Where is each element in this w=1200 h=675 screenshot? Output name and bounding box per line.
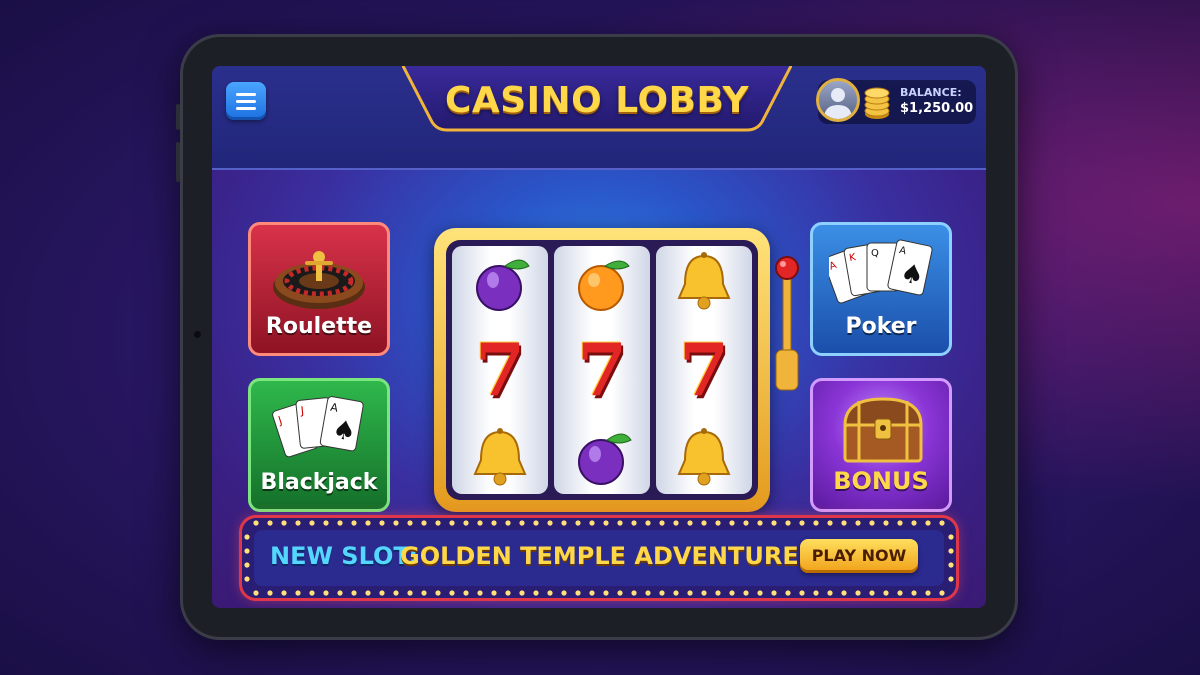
balance-value: $1,250.00 <box>900 101 974 116</box>
lobby-screen: CASINO LOBBY BALANCE: $1,250.00 Roulette… <box>212 66 986 608</box>
seven-symbol: 7 <box>474 327 526 412</box>
slot-window: 7 7 7 <box>446 240 758 500</box>
hamburger-menu-icon[interactable] <box>226 82 266 120</box>
slot-lever-handle[interactable] <box>772 254 802 394</box>
game-tile-blackjack[interactable]: J J A ♠ Blackjack <box>248 378 390 512</box>
bell-icon <box>452 426 548 492</box>
plum-icon <box>452 252 548 318</box>
roulette-wheel-icon <box>273 251 365 309</box>
slot-reel: 7 <box>554 246 650 494</box>
playing-cards-icon: J J A♠ <box>272 396 364 458</box>
game-label: Poker <box>845 314 917 339</box>
coins-icon <box>864 87 890 119</box>
promo-title: GOLDEN TEMPLE ADVENTURE! <box>400 542 810 570</box>
balance-label: BALANCE: <box>900 86 962 99</box>
avatar[interactable] <box>816 78 860 122</box>
game-tile-roulette[interactable]: Roulette <box>248 222 390 356</box>
camera-dot <box>194 331 201 338</box>
user-icon <box>824 88 852 119</box>
playing-cards-icon: A K Q A♠ <box>829 239 933 304</box>
treasure-chest-icon <box>843 397 923 463</box>
svg-text:Q: Q <box>871 248 879 259</box>
game-label: Roulette <box>265 314 373 339</box>
page-title: CASINO LOBBY <box>444 80 750 121</box>
slot-reel: 7 <box>452 246 548 494</box>
tablet-side-button <box>176 104 180 130</box>
tablet-device: CASINO LOBBY BALANCE: $1,250.00 Roulette… <box>176 34 1018 640</box>
bell-icon <box>656 250 752 316</box>
plum-icon <box>554 426 650 492</box>
game-label: BONUS <box>833 467 929 495</box>
seven-symbol: 7 <box>576 327 628 412</box>
play-now-button[interactable]: PLAY NOW <box>800 539 918 573</box>
game-label: Blackjack <box>260 470 378 495</box>
promo-prefix: NEW SLOT: <box>270 542 419 570</box>
orange-icon <box>554 252 650 318</box>
game-tile-poker[interactable]: A K Q A ♠ Poker <box>810 222 952 356</box>
slot-reel: 7 <box>656 246 752 494</box>
seven-symbol: 7 <box>678 327 730 412</box>
tablet-side-button <box>176 142 180 182</box>
game-tile-bonus[interactable]: BONUS <box>810 378 952 512</box>
bell-icon <box>656 426 752 492</box>
slot-machine[interactable]: 7 7 7 <box>434 228 770 512</box>
